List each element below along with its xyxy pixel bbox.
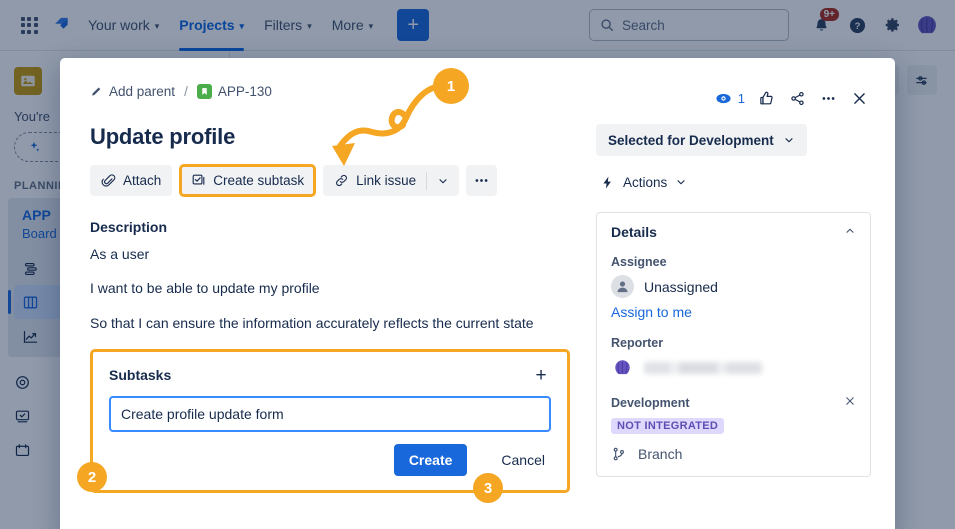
like-button[interactable] bbox=[752, 84, 780, 112]
chevron-down-icon bbox=[677, 180, 685, 185]
lightning-icon bbox=[603, 176, 611, 188]
issue-action-row: Attach Create subtask Link issue bbox=[90, 164, 570, 197]
attach-button[interactable]: Attach bbox=[90, 165, 173, 196]
annotation-badge-1: 1 bbox=[433, 68, 469, 104]
watch-count: 1 bbox=[737, 90, 745, 106]
chevron-up-icon bbox=[844, 225, 856, 240]
details-body: Assignee Unassigned Assign to me Reporte… bbox=[597, 251, 870, 476]
development-label: Development bbox=[611, 395, 690, 410]
assignee-field[interactable]: Unassigned bbox=[611, 275, 856, 298]
status-dropdown[interactable]: Selected for Development bbox=[596, 124, 807, 156]
link-issue-button[interactable]: Link issue bbox=[323, 173, 426, 188]
modal-main-column: Update profile Attach Create subtask Lin… bbox=[60, 112, 588, 529]
avatar bbox=[611, 356, 634, 379]
issue-detail-modal: Add parent / APP-130 1 Update profile At… bbox=[60, 58, 895, 529]
description-paragraph: As a user bbox=[90, 246, 150, 262]
subtask-form-actions: Create Cancel bbox=[109, 443, 551, 476]
branch-label: Branch bbox=[638, 446, 683, 462]
issue-title[interactable]: Update profile bbox=[90, 124, 570, 150]
eye-icon bbox=[716, 93, 731, 103]
create-subtask-submit[interactable]: Create bbox=[393, 443, 468, 476]
reporter-value bbox=[644, 361, 762, 374]
issue-key-link[interactable]: APP-130 bbox=[196, 84, 272, 99]
breadcrumb-separator: / bbox=[184, 84, 188, 99]
assignee-value: Unassigned bbox=[644, 278, 718, 295]
modal-side-column: Selected for Development Actions Details bbox=[588, 112, 895, 529]
more-issue-actions-button[interactable] bbox=[466, 165, 498, 196]
details-heading: Details bbox=[611, 224, 657, 240]
add-parent-button[interactable]: Add parent bbox=[90, 84, 175, 99]
breadcrumb: Add parent / APP-130 bbox=[90, 84, 272, 99]
paperclip-icon bbox=[101, 174, 116, 187]
assignee-label: Assignee bbox=[611, 255, 667, 269]
create-subtask-button[interactable]: Create subtask bbox=[179, 164, 317, 197]
create-submit-label: Create bbox=[408, 451, 453, 468]
cancel-subtask-button[interactable]: Cancel bbox=[467, 452, 551, 468]
watch-button[interactable]: 1 bbox=[715, 90, 749, 107]
share-icon bbox=[790, 91, 804, 105]
subtask-name-input[interactable] bbox=[109, 395, 551, 432]
details-header[interactable]: Details bbox=[597, 213, 870, 251]
close-icon bbox=[853, 92, 865, 104]
create-subtask-label: Create subtask bbox=[213, 173, 305, 188]
more-horizontal-icon bbox=[475, 179, 488, 182]
story-icon bbox=[196, 84, 212, 99]
app-root: Your work ▾ Projects ▾ Filters ▾ More ▾ … bbox=[0, 0, 955, 529]
reporter-field[interactable] bbox=[611, 356, 856, 379]
description-paragraph: I want to be able to update my profile bbox=[90, 280, 320, 297]
annotation-badge-3: 3 bbox=[473, 473, 503, 503]
branch-item[interactable]: Branch bbox=[611, 446, 856, 462]
actions-dropdown[interactable]: Actions bbox=[596, 166, 871, 198]
share-button[interactable] bbox=[783, 84, 811, 112]
modal-more-button[interactable] bbox=[814, 84, 842, 112]
status-badge: NOT INTEGRATED bbox=[611, 418, 725, 434]
details-card: Details Assignee Unassigned Assign to me… bbox=[596, 212, 871, 477]
modal-body: Update profile Attach Create subtask Lin… bbox=[60, 112, 895, 529]
subtasks-header: Subtasks + bbox=[109, 366, 551, 385]
description-heading: Description bbox=[90, 219, 168, 235]
close-modal-button[interactable] bbox=[845, 84, 873, 112]
link-issue-label: Link issue bbox=[356, 173, 417, 188]
actions-label: Actions bbox=[623, 174, 668, 190]
link-icon bbox=[336, 174, 347, 187]
modal-header-actions: 1 bbox=[715, 84, 873, 112]
annotation-badge-2: 2 bbox=[77, 462, 107, 492]
avatar bbox=[611, 275, 634, 298]
status-label: Selected for Development bbox=[608, 132, 774, 148]
subtasks-panel: Subtasks + Create Cancel bbox=[90, 348, 570, 493]
development-header: Development bbox=[611, 395, 856, 410]
development-close-icon[interactable] bbox=[844, 395, 856, 410]
issue-key: APP-130 bbox=[217, 84, 272, 99]
git-branch-icon bbox=[613, 447, 624, 461]
modal-header: Add parent / APP-130 1 bbox=[60, 58, 895, 112]
pencil-icon bbox=[92, 87, 101, 96]
description-paragraph: So that I can ensure the information acc… bbox=[90, 314, 534, 331]
add-subtask-icon[interactable]: + bbox=[531, 366, 551, 385]
chevron-down-icon bbox=[439, 178, 447, 183]
reporter-label: Reporter bbox=[611, 336, 664, 350]
link-issue-dropdown-button[interactable] bbox=[427, 175, 459, 187]
link-issue-split-button: Link issue bbox=[323, 165, 460, 196]
add-parent-label: Add parent bbox=[109, 84, 176, 99]
attach-label: Attach bbox=[123, 173, 162, 188]
chevron-down-icon bbox=[785, 138, 793, 143]
more-horizontal-icon bbox=[822, 96, 834, 100]
thumbs-up-icon bbox=[759, 91, 773, 104]
subtasks-heading: Subtasks bbox=[109, 367, 172, 384]
checkbox-list-icon bbox=[192, 174, 205, 185]
assign-to-me-link[interactable]: Assign to me bbox=[611, 304, 856, 320]
